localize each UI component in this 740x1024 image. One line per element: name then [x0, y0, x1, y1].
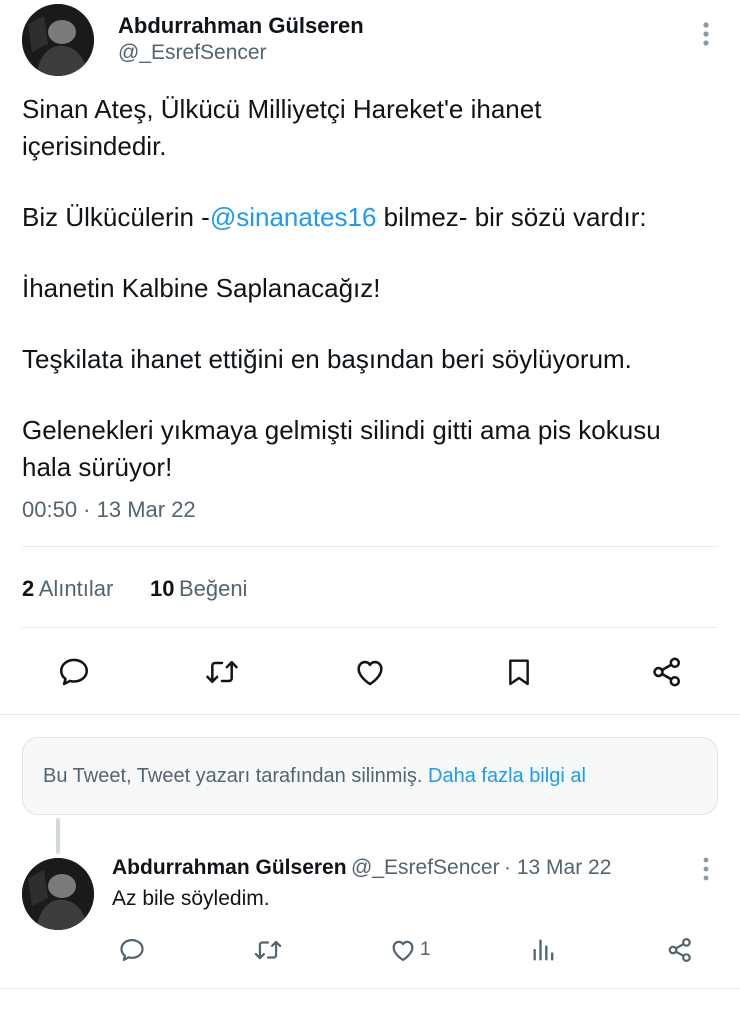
reply-reply-icon[interactable] [112, 930, 152, 970]
reply-date[interactable]: · 13 Mar 22 [504, 856, 611, 879]
tweet-text-line: İhanetin Kalbine Saplanacağız! [22, 273, 381, 303]
divider [22, 546, 718, 547]
deleted-notice-text: Bu Tweet, Tweet yazarı tarafından silinm… [43, 764, 423, 787]
tweet-text-line: Teşkilata ihanet ettiğini en başından be… [22, 344, 632, 374]
views-icon[interactable] [524, 930, 564, 970]
reply-retweet-icon[interactable] [248, 930, 288, 970]
reply-like-button[interactable]: 1 [388, 930, 431, 970]
author-handle[interactable]: @_EsrefSencer [118, 41, 267, 65]
avatar-image [22, 858, 94, 930]
like-icon[interactable] [348, 650, 392, 694]
more-options-icon[interactable] [694, 20, 718, 48]
bookmark-icon[interactable] [497, 650, 541, 694]
likes-label: Beğeni [178, 576, 248, 601]
reply-icon[interactable] [52, 650, 96, 694]
share-icon[interactable] [645, 650, 689, 694]
reply-author-handle[interactable]: @_EsrefSencer [351, 856, 500, 879]
quotes-label: Alıntılar [38, 576, 114, 601]
mention-link[interactable]: @sinanates16 [210, 202, 377, 232]
divider [22, 627, 718, 628]
deleted-tweet-notice: Bu Tweet, Tweet yazarı tarafından silinm… [22, 737, 718, 815]
quotes-stat[interactable]: 2 Alıntılar [22, 576, 113, 602]
avatar-image [22, 4, 94, 76]
tweet-timestamp[interactable]: 00:50 · 13 Mar 22 [22, 497, 196, 523]
thread-line [56, 818, 60, 854]
reply-like-count: 1 [420, 939, 431, 960]
text-prefix: Biz Ülkücülerin - [22, 202, 210, 232]
heart-icon [392, 940, 414, 962]
reply-author-name[interactable]: Abdurrahman Gülseren [112, 856, 347, 879]
divider [0, 988, 740, 989]
likes-stat[interactable]: 10 Beğeni [150, 576, 247, 602]
divider [0, 714, 740, 715]
reply-text: Az bile söyledim. [112, 887, 270, 910]
author-name[interactable]: Abdurrahman Gülseren [118, 13, 364, 39]
reply-share-icon[interactable] [660, 930, 700, 970]
avatar[interactable] [22, 4, 94, 76]
tweet-text-line: Gelenekleri yıkmaya gelmişti silindi git… [22, 415, 661, 445]
tweet-text-line: içerisindedir. [22, 131, 167, 161]
reply-more-options-icon[interactable] [694, 856, 718, 882]
tweet-text-line: hala sürüyor! [22, 452, 173, 482]
likes-count: 10 [150, 576, 175, 601]
reply-avatar[interactable] [22, 858, 94, 930]
retweet-icon[interactable] [200, 650, 244, 694]
tweet-text-line: Sinan Ateş, Ülkücü Milliyetçi Hareket'e … [22, 94, 542, 124]
text-suffix: bilmez- bir sözü vardır: [376, 202, 647, 232]
learn-more-link[interactable]: Daha fazla bilgi al [428, 765, 586, 788]
quotes-count: 2 [22, 576, 35, 601]
reply-header: Abdurrahman Gülseren @_EsrefSencer · 13 … [112, 856, 611, 880]
tweet-text-line: Biz Ülkücülerin -@sinanates16 bilmez- bi… [22, 199, 647, 236]
